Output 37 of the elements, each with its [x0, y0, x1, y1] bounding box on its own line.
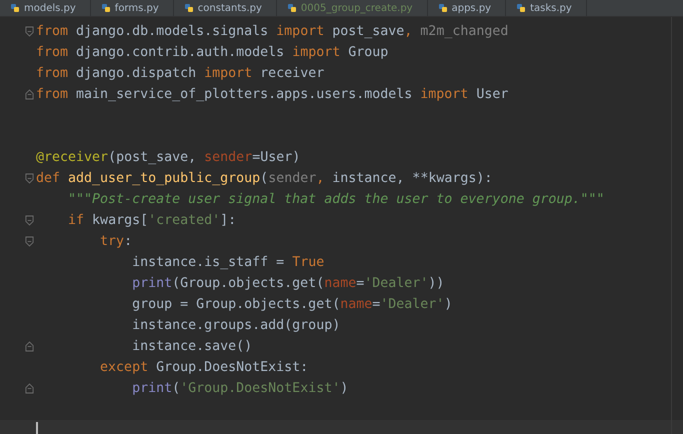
code-line: print('Group.DoesNotExist') — [131, 380, 348, 398]
code-line: def add_user_to_public_group(sender, instance, **kwargs): — [36, 170, 492, 188]
fold-marker-icon[interactable] — [25, 89, 34, 100]
code-line: @receiver(post_save, sender=User) — [36, 149, 300, 167]
fold-marker-icon[interactable] — [25, 383, 34, 394]
file-tab[interactable]: 0005_group_create.py — [276, 0, 428, 16]
fold-marker-icon[interactable] — [25, 236, 34, 247]
code-editor[interactable] — [0, 17, 683, 434]
code-line: from main_service_of_plotters.apps.users.models import User — [36, 86, 508, 104]
fold-marker-icon[interactable] — [25, 173, 34, 184]
python-file-icon — [438, 3, 448, 13]
file-tab[interactable]: forms.py — [90, 0, 174, 16]
code-line: try: — [99, 233, 132, 251]
fold-marker-icon[interactable] — [25, 215, 34, 226]
code-line: print(Group.objects.get(name='Dealer')) — [131, 275, 444, 293]
code-line: instance.groups.add(group) — [131, 317, 340, 335]
python-file-icon — [100, 3, 111, 13]
code-line: if kwargs['created']: — [67, 212, 236, 230]
file-tab[interactable]: models.py — [0, 0, 91, 16]
code-line: from django.db.models.signals import post_save, m2m_changed — [36, 23, 508, 41]
python-file-icon — [516, 3, 526, 13]
file-tab[interactable]: constants.py — [174, 0, 277, 16]
python-file-icon — [286, 3, 297, 13]
python-file-icon — [10, 3, 20, 13]
code-line: from django.contrib.auth.models import Group — [36, 44, 388, 62]
code-line: group = Group.objects.get(name='Dealer') — [131, 296, 452, 314]
code-line: instance.is_staff = True — [131, 254, 324, 272]
text-caret — [36, 422, 38, 434]
code-line: from django.dispatch import receiver — [36, 65, 324, 83]
file-tab[interactable]: apps.py — [428, 0, 506, 16]
fold-marker-icon[interactable] — [25, 341, 34, 352]
code-line: """Post-create user signal that adds the user to everyone group.""" — [67, 191, 604, 209]
code-line: except Group.DoesNotExist: — [99, 359, 308, 377]
file-tab[interactable]: tasks.py — [506, 0, 587, 16]
code-line: instance.save() — [131, 338, 252, 356]
fold-marker-icon[interactable] — [25, 26, 34, 37]
python-file-icon — [184, 3, 194, 13]
